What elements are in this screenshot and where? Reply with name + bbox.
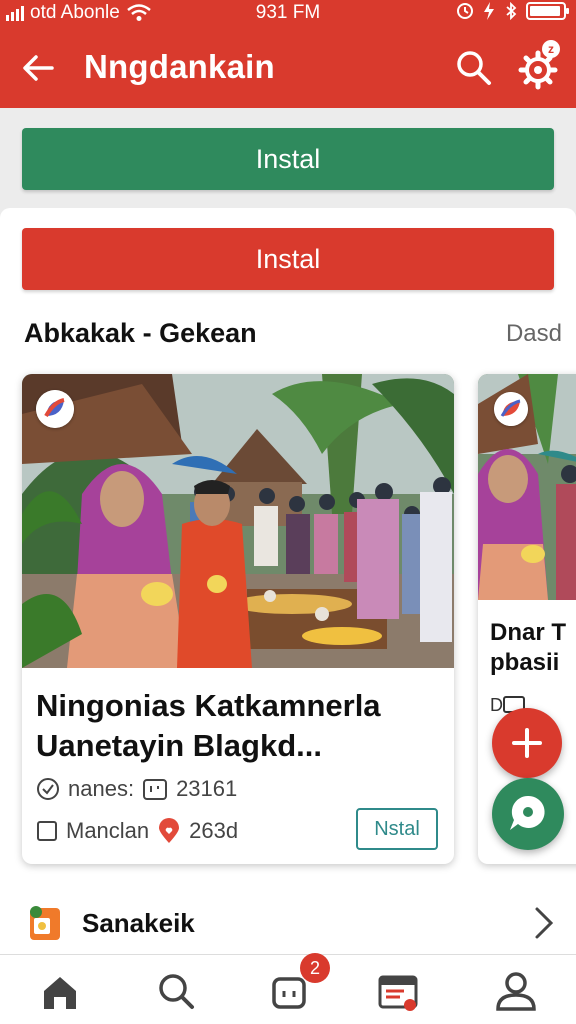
settings-button[interactable]: z xyxy=(516,40,564,92)
app-bar: Nngdankain z xyxy=(0,36,576,100)
card-meta-location: Manclan 263d xyxy=(36,818,238,844)
location-pin-icon xyxy=(159,818,180,843)
flash-icon xyxy=(484,2,494,20)
meta2-label: Manclan xyxy=(66,818,150,843)
check-circle-icon xyxy=(37,778,59,800)
top-app-bar: otd Abonle 931 FM Nngdankain z xyxy=(0,0,576,108)
status-right xyxy=(456,2,569,20)
section-more-link[interactable]: Dasd xyxy=(506,320,562,348)
back-arrow-icon[interactable] xyxy=(18,48,58,88)
calendar-nav-icon[interactable] xyxy=(374,969,422,1013)
row-label: Sanakeik xyxy=(82,908,195,938)
chat-icon xyxy=(510,795,545,830)
card-install-button[interactable]: Nstal xyxy=(356,808,438,850)
calendar-icon xyxy=(143,779,168,800)
content-sheet: Instal Abkakak - Gekean Dasd Ningonias K… xyxy=(0,208,576,954)
search-nav-icon[interactable] xyxy=(152,969,200,1013)
chat-fab-button[interactable] xyxy=(492,778,564,850)
add-fab-button[interactable] xyxy=(492,708,562,778)
meta1-value: 23161 xyxy=(176,776,238,801)
card-title: Ningonias Katkamnerla Uanetayin Blagkd..… xyxy=(36,688,381,763)
card-photo xyxy=(22,374,454,668)
bluetooth-icon xyxy=(506,2,517,20)
page-title: Nngdankain xyxy=(84,48,275,85)
alarm-icon xyxy=(457,3,473,19)
meta1-label: nanes: xyxy=(68,776,135,801)
settings-badge: z xyxy=(542,40,560,58)
battery-icon xyxy=(526,2,569,20)
app-logo-icon xyxy=(36,390,74,428)
profile-icon[interactable] xyxy=(492,969,540,1013)
home-icon[interactable] xyxy=(36,969,84,1013)
bottom-navigation: 2 xyxy=(0,953,576,1024)
list-row-sanakeik[interactable]: Sanakeik xyxy=(0,894,576,952)
card-meta-views: nanes: 23161 xyxy=(36,776,237,802)
checkbox-icon xyxy=(37,821,57,841)
section-title: Abkakak - Gekean xyxy=(24,318,257,348)
status-bar: otd Abonle 931 FM xyxy=(0,0,576,26)
install-red-button[interactable]: Instal xyxy=(22,228,554,290)
card2-logo-icon xyxy=(494,392,528,426)
featured-card[interactable]: Ningonias Katkamnerla Uanetayin Blagkd..… xyxy=(22,374,454,864)
install-green-button[interactable]: Instal xyxy=(22,128,554,190)
plus-icon xyxy=(512,728,542,758)
app-icon xyxy=(30,906,60,940)
meta2-value: 263d xyxy=(189,818,239,843)
search-icon[interactable] xyxy=(454,48,494,88)
card2-title: Dnar T pbasii xyxy=(490,619,567,676)
notification-badge: 2 xyxy=(300,953,330,983)
chevron-right-icon xyxy=(535,907,554,939)
